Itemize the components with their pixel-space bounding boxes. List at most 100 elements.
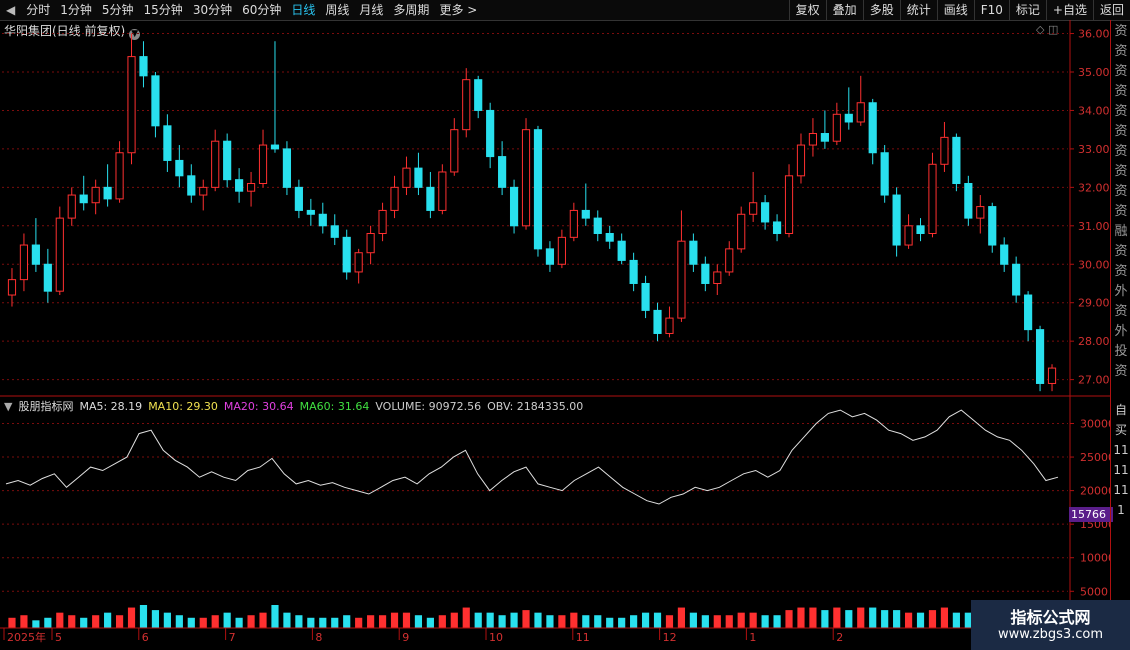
candle-body [498, 156, 507, 188]
candle-body [593, 217, 602, 234]
candle-body [832, 113, 841, 142]
back-arrow-icon[interactable]: ◀ [0, 0, 21, 20]
toolbar-button-4[interactable]: 画线 [936, 0, 974, 20]
volume-bar [295, 615, 303, 628]
side-panel-bottom-text[interactable]: 自买1111111 [1112, 400, 1130, 600]
period-tab-9[interactable]: 多周期 [388, 0, 434, 20]
indicator-menu-icon[interactable]: ▼ [4, 400, 12, 413]
candle-body [378, 209, 387, 234]
volume-bar [271, 605, 279, 628]
current-value-marker: 15766 [1069, 507, 1113, 522]
volume-bar [665, 615, 674, 628]
period-toolbar: ◀ 分时 1分钟 5分钟 15分钟 30分钟 60分钟 日线 周线 月线 多周期 更多 > 复权 叠加… [0, 0, 1130, 21]
toolbar-button-2[interactable]: 多股 [862, 0, 900, 20]
toolbar-button-5[interactable]: F10 [973, 0, 1009, 20]
candle-body [270, 144, 280, 150]
volume-bar [630, 615, 638, 628]
candle-body [7, 279, 17, 296]
period-tab-3[interactable]: 15分钟 [139, 0, 188, 20]
period-tab-7[interactable]: 周线 [320, 0, 354, 20]
toolbar-button-1[interactable]: 叠加 [825, 0, 863, 20]
period-tab-10[interactable]: 更多 > [434, 0, 482, 20]
candle-body [784, 175, 794, 234]
volume-bar [641, 612, 650, 628]
candle-body [486, 109, 495, 158]
candle-body [581, 209, 590, 219]
side-panel-top-text[interactable]: 资资资资资资资资资资融资资外资外投资投收 [1112, 22, 1130, 382]
candle-body [1047, 367, 1057, 384]
volume-bar [378, 615, 387, 628]
volume-value: VOLUME: 90972.56 [375, 400, 482, 413]
volume-bar [546, 615, 554, 628]
candle-body [880, 152, 889, 196]
candle-body [665, 317, 674, 334]
volume-bar [893, 610, 901, 628]
volume-bar [390, 612, 399, 628]
period-tab-6[interactable]: 日线 [286, 0, 320, 20]
indicator-tick-label: 30000 [1080, 417, 1110, 430]
volume-bar [44, 617, 52, 628]
period-tab-4[interactable]: 30分钟 [188, 0, 237, 20]
volume-bar [558, 615, 566, 628]
main-grid [0, 20, 1110, 628]
volume-bar [952, 612, 960, 628]
period-tab-8[interactable]: 月线 [354, 0, 388, 20]
candle-body [330, 225, 339, 238]
price-tick-label: 28.00 [1078, 335, 1110, 348]
toolbar-button-0[interactable]: 复权 [788, 0, 826, 20]
candle-body [390, 186, 399, 211]
candle-body [988, 206, 997, 246]
volume-bar [940, 607, 949, 628]
candle-body [521, 129, 531, 227]
ma5-value: MA5: 28.19 [79, 400, 143, 413]
volume-bar [653, 612, 662, 628]
volume-bar [175, 615, 183, 628]
period-tab-0[interactable]: 分时 [21, 0, 55, 20]
volume-bar [92, 615, 100, 628]
period-tab-1[interactable]: 1分钟 [55, 0, 97, 20]
volume-bar [151, 610, 160, 628]
indicator-name[interactable]: 股朋指标网 [18, 400, 73, 413]
candle-body [629, 259, 638, 284]
volume-bar [307, 617, 315, 628]
volume-bar [331, 617, 339, 628]
date-label: 9 [402, 631, 409, 644]
candle-body [354, 252, 363, 273]
candle-body [402, 167, 411, 188]
volume-bar [211, 615, 219, 628]
volume-bar [115, 615, 124, 628]
candle-body [91, 186, 100, 204]
volume-bar [223, 612, 231, 628]
toolbar-button-7[interactable]: +自选 [1045, 0, 1093, 20]
toolbar-button-6[interactable]: 标记 [1008, 0, 1046, 20]
price-tick-label: 31.00 [1078, 220, 1110, 233]
candle-body [557, 236, 566, 265]
volume-bar [570, 612, 578, 628]
toolbar-button-8[interactable]: 返回 [1092, 0, 1130, 20]
volume-bar [163, 612, 171, 628]
candle-body [701, 263, 710, 284]
candle-body [976, 206, 985, 219]
candle-body [952, 136, 961, 185]
volume-bar [785, 610, 793, 628]
candle-body [641, 282, 650, 311]
candle-body [569, 209, 578, 238]
volume-bar [713, 615, 721, 628]
period-tab-5[interactable]: 60分钟 [237, 0, 286, 20]
volume-bar [833, 607, 841, 628]
watermark-url: www.zbgs3.com [997, 627, 1104, 642]
candle-body [725, 248, 734, 273]
candle-body [916, 225, 925, 234]
volume-bar [904, 612, 913, 628]
candle-body [462, 79, 471, 131]
candle-body [426, 186, 435, 211]
candle-body [246, 183, 256, 192]
period-tab-2[interactable]: 5分钟 [97, 0, 139, 20]
candle-body [306, 209, 315, 215]
candle-body [366, 232, 375, 254]
candle-body [677, 240, 686, 319]
volume-bar [414, 615, 423, 628]
price-tick-label: 34.00 [1078, 104, 1110, 117]
toolbar-button-3[interactable]: 统计 [899, 0, 937, 20]
volume-bar [283, 612, 291, 628]
